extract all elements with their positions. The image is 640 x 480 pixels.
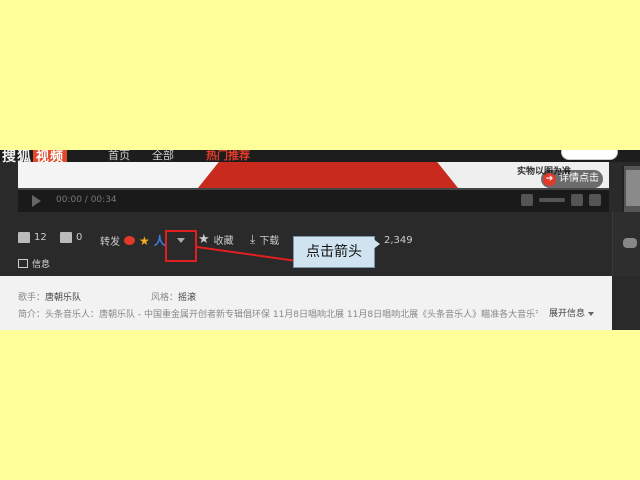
tab-info-label: 信息 [32,260,51,270]
download-icon: ⤓ [250,232,256,246]
time-display: 00:00 / 00:34 [56,195,117,205]
download-button[interactable]: ⤓ 下载 [250,232,279,247]
search-input[interactable] [561,150,618,160]
dislike-count: 0 [76,232,83,243]
fullscreen-icon[interactable] [589,194,601,206]
tab-info[interactable]: 信息 [18,257,50,270]
star-icon: ★ [198,232,210,247]
play-count: 2,349 [384,235,413,246]
favorite-button[interactable]: ★ 收藏 [198,232,234,247]
callout-pointer [372,238,380,250]
intro-label: 简介： [18,310,46,320]
singer-row: 歌手：唐朝乐队 [18,290,81,303]
progress-bar[interactable] [18,188,609,190]
dislike-button[interactable]: 0 [60,232,82,243]
share-label: 转发 [100,237,120,248]
time-total: 00:34 [90,195,117,205]
expand-label: 展开信息 [549,309,586,319]
singer-label: 歌手： [18,293,46,303]
play-icon[interactable] [32,195,41,207]
video-controls: 00:00 / 00:34 [18,188,609,212]
time-current: 00:00 [56,195,82,205]
genre-value[interactable]: 摇滚 [178,293,196,303]
video-red-shape [198,162,458,188]
video-frame[interactable]: 实物以图为准 [18,162,609,188]
side-thumbnail[interactable] [622,166,640,212]
genre-label: 风格： [151,293,179,303]
play-circle-icon: ➔ [543,172,556,186]
video-page-screenshot: 搜狐视频 首页 全部 热门推荐 实物以图为准 ➔ 详情点击 00:00 / 00… [0,150,640,330]
like-count: 12 [34,232,47,243]
settings-icon[interactable] [571,194,583,206]
expand-chevron-icon [588,311,595,316]
weibo-icon[interactable] [124,236,135,245]
info-panel [0,276,612,330]
intro-text: 头条音乐人：唐朝乐队 - 中国重金属开创者新专辑倡环保 11月8日唱响北展 11… [45,310,538,320]
genre-row: 风格：摇滚 [151,290,196,303]
thumbs-down-icon [60,232,72,243]
singer-value[interactable]: 唐朝乐队 [45,293,81,303]
top-navigation-bar: 搜狐 视频 首页 全部 热门推荐 [0,150,640,165]
like-button[interactable]: 12 [18,232,47,243]
annotation-callout: 点击箭头 [293,236,375,268]
share-group: 转发 ★ 人 [100,232,166,249]
document-icon [18,259,28,268]
download-label: 下载 [259,236,280,247]
detail-button[interactable]: ➔ 详情点击 [541,170,603,188]
chat-icon [623,238,637,248]
volume-slider[interactable] [539,198,565,202]
thumbs-up-icon [18,232,30,243]
intro-row: 简介：头条音乐人：唐朝乐队 - 中国重金属开创者新专辑倡环保 11月8日唱响北展… [18,307,538,320]
expand-info-button[interactable]: 展开信息 [549,306,595,319]
volume-icon[interactable] [521,194,533,206]
detail-button-label: 详情点击 [559,173,599,184]
favorite-label: 收藏 [213,236,234,247]
control-icons [521,194,601,206]
star-share-icon[interactable]: ★ [139,234,150,248]
annotation-highlight-box [165,230,197,262]
renren-icon[interactable]: 人 [154,232,166,249]
side-comment-button[interactable] [612,212,640,276]
slide-background: 搜狐视频 首页 全部 热门推荐 实物以图为准 ➔ 详情点击 00:00 / 00… [0,0,640,480]
